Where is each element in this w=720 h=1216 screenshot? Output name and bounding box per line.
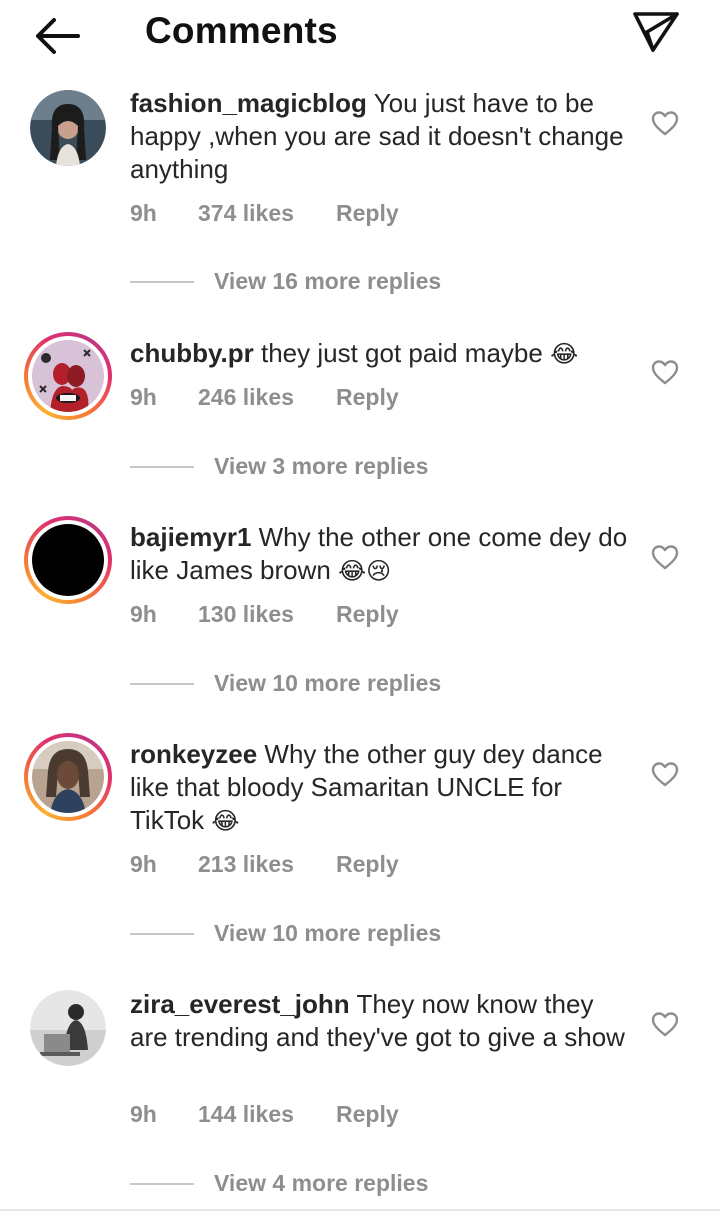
comment-time: 9h	[130, 851, 157, 877]
avatar-image	[32, 741, 104, 813]
comment-time: 9h	[130, 1101, 157, 1127]
laughing-emoji-icon: 😂	[211, 807, 240, 835]
comment-text: chubby.pr they just got paid maybe 😂	[130, 337, 630, 371]
view-replies-label: View 3 more replies	[214, 453, 429, 479]
avatar-image	[30, 90, 106, 166]
avatar[interactable]	[30, 90, 106, 166]
bottom-divider	[0, 1209, 720, 1211]
comment-body: they just got paid maybe	[260, 338, 543, 368]
avatar[interactable]	[30, 990, 106, 1066]
like-button[interactable]	[650, 760, 680, 788]
share-button[interactable]	[630, 8, 682, 54]
page-title: Comments	[145, 10, 338, 51]
view-replies-label: View 10 more replies	[214, 920, 442, 946]
reply-button[interactable]: Reply	[336, 1101, 399, 1128]
view-replies-button[interactable]: View 10 more replies	[130, 920, 441, 947]
arrow-left-icon	[36, 18, 80, 54]
comment-time: 9h	[130, 601, 157, 627]
comment-username[interactable]: bajiemyr1	[130, 522, 251, 552]
heart-icon	[651, 762, 679, 787]
comment-username[interactable]: zira_everest_john	[130, 989, 350, 1019]
avatar[interactable]	[24, 733, 112, 821]
view-replies-button[interactable]: View 10 more replies	[130, 670, 441, 697]
view-replies-label: View 16 more replies	[214, 268, 442, 294]
avatar[interactable]	[24, 332, 112, 420]
laughing-emoji-icon: 😂	[550, 340, 579, 368]
comment-meta: 9h 144 likes Reply	[130, 1101, 399, 1128]
heart-icon	[651, 111, 679, 136]
comment-likes[interactable]: 246 likes	[198, 384, 336, 411]
story-ring	[28, 336, 108, 416]
comment-time: 9h	[130, 384, 157, 410]
comment-text: bajiemyr1 Why the other one come dey do …	[130, 521, 630, 588]
comment-likes[interactable]: 213 likes	[198, 851, 336, 878]
story-ring	[28, 737, 108, 817]
comment-time: 9h	[130, 200, 157, 226]
replies-divider	[130, 280, 194, 283]
comment-likes[interactable]: 144 likes	[198, 1101, 336, 1128]
reply-button[interactable]: Reply	[336, 601, 399, 628]
comment-likes[interactable]: 374 likes	[198, 200, 336, 227]
avatar-image	[30, 990, 106, 1066]
comment-meta: 9h 213 likes Reply	[130, 851, 399, 878]
heart-icon	[651, 360, 679, 385]
avatar-image	[32, 340, 104, 412]
avatar-image	[32, 524, 104, 596]
view-replies-button[interactable]: View 16 more replies	[130, 268, 441, 295]
like-button[interactable]	[650, 109, 680, 137]
heart-icon	[651, 1012, 679, 1037]
reply-button[interactable]: Reply	[336, 384, 399, 411]
reply-button[interactable]: Reply	[336, 200, 399, 227]
send-icon	[633, 12, 679, 52]
view-replies-label: View 10 more replies	[214, 670, 442, 696]
view-replies-label: View 4 more replies	[214, 1170, 429, 1196]
comments-screen: Comments fashion_magicblog You just have…	[0, 0, 720, 1216]
comment-meta: 9h 374 likes Reply	[130, 200, 399, 227]
replies-divider	[130, 1182, 194, 1185]
view-replies-button[interactable]: View 3 more replies	[130, 453, 428, 480]
back-button[interactable]	[30, 14, 82, 58]
comment-username[interactable]: ronkeyzee	[130, 739, 257, 769]
laughing-crying-emoji-icon: 😂😢	[338, 557, 392, 585]
heart-icon	[651, 545, 679, 570]
avatar[interactable]	[24, 516, 112, 604]
like-button[interactable]	[650, 543, 680, 571]
comment-username[interactable]: chubby.pr	[130, 338, 254, 368]
like-button[interactable]	[650, 358, 680, 386]
header: Comments	[0, 0, 720, 66]
comment-text: ronkeyzee Why the other guy dey dance li…	[130, 738, 630, 838]
replies-divider	[130, 932, 194, 935]
like-button[interactable]	[650, 1010, 680, 1038]
comment-username[interactable]: fashion_magicblog	[130, 88, 367, 118]
comment-likes[interactable]: 130 likes	[198, 601, 336, 628]
comment-meta: 9h 130 likes Reply	[130, 601, 399, 628]
story-ring	[28, 520, 108, 600]
comment-text: fashion_magicblog You just have to be ha…	[130, 87, 630, 186]
view-replies-button[interactable]: View 4 more replies	[130, 1170, 428, 1197]
comment-text: zira_everest_john They now know they are…	[130, 988, 630, 1054]
replies-divider	[130, 465, 194, 468]
reply-button[interactable]: Reply	[336, 851, 399, 878]
comment-meta: 9h 246 likes Reply	[130, 384, 399, 411]
replies-divider	[130, 682, 194, 685]
